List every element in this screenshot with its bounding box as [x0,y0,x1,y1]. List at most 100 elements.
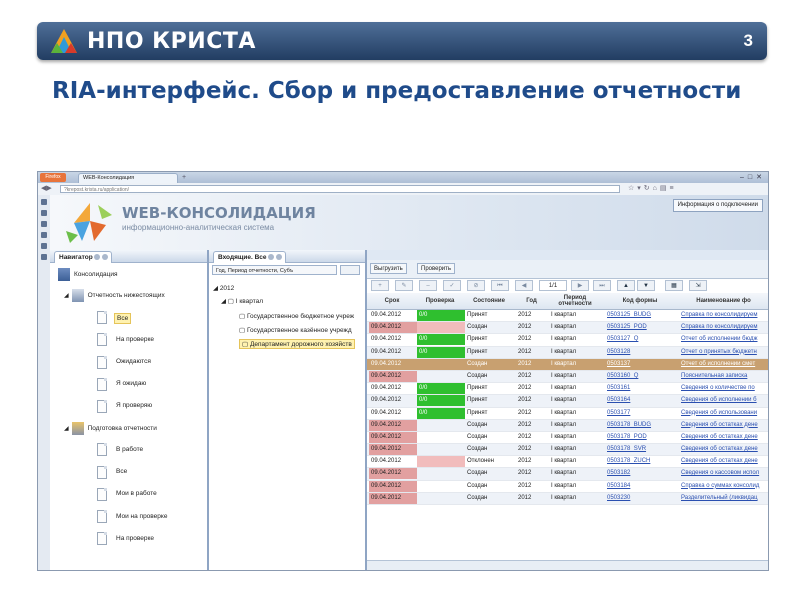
table-row[interactable]: 09.04.2012 Создан 2012 I квартал 0503178_SVR… [367,444,768,457]
columns-icon[interactable]: ▦ [665,280,683,291]
next-page-icon[interactable]: ▶ [571,280,589,291]
cell-name[interactable]: Отчет об исполнении смет [679,359,768,370]
collapse-icon[interactable]: ◢ [64,293,69,299]
edit-icon[interactable]: ✎ [395,280,413,291]
browser-toolbar-icons[interactable]: ☆▾↻⌂▤≡ [628,184,677,192]
column-state[interactable]: Состояние [465,298,513,304]
cell-form[interactable]: 0503178_SVR [605,444,677,455]
tree-node-report-preparation[interactable]: ◢ Подготовка отчетности [64,422,157,435]
cell-form[interactable]: 0503178_ZUCH [605,456,677,467]
collapse-icon[interactable]: ◢ [64,426,69,432]
table-row[interactable]: 09.04.2012 Создан 2012 I квартал 0503125_POD… [367,322,768,335]
tab-navigator[interactable]: Навигатор [54,251,112,263]
reject-icon[interactable]: ⊘ [467,280,485,291]
cell-name[interactable]: Отчет о принятых бюджетн [679,347,768,358]
cell-form[interactable]: 0503125_BUDG [605,310,677,321]
cell-name[interactable]: Сведения об использовани [679,408,768,419]
tree-node-consolidation[interactable]: Консолидация [58,268,118,281]
collapse-icon[interactable]: ◢ ▢ [221,298,236,305]
new-tab-icon[interactable]: + [182,173,192,182]
minimize-icon[interactable] [267,254,274,260]
nav-item-my-on-review[interactable]: Мои на проверке [116,513,167,520]
tree-node-org[interactable]: ▢ Государственное бюджетное учреж [239,312,354,320]
address-bar[interactable]: ?krepost.krista.ru/application/ [60,185,620,193]
checkbox-icon[interactable]: ▢ [242,341,250,348]
nav-item-in-work[interactable]: В работе [116,446,143,453]
table-row[interactable]: 09.04.2012 0/0 Принят 2012 I квартал 0503177 С… [367,407,768,420]
export-icon[interactable]: ⇲ [689,280,707,291]
tree-node-year[interactable]: ◢ 2012 [213,284,234,292]
sort-up-icon[interactable]: ▲ [617,280,635,291]
cell-name[interactable]: Сведения об остатках дене [679,456,768,467]
column-period[interactable]: Период отчетности [549,295,601,307]
connection-info-button[interactable]: Информация о подключении [672,199,763,212]
cell-form[interactable]: 0503177 [605,408,677,419]
cell-form[interactable]: 0503178_BUDG [605,420,677,431]
window-controls[interactable]: –□✕ [740,173,766,181]
column-form-code[interactable]: Код формы [605,298,675,304]
cell-name[interactable]: Пояснительная записка [679,371,768,382]
browser-menu-button[interactable]: Firefox [40,173,66,182]
nav-item-all-prep[interactable]: Все [116,468,127,475]
table-row[interactable]: 09.04.2012 Создан 2012 I квартал 0503178_POD… [367,431,768,445]
sidebar-icon[interactable] [41,232,47,238]
nav-item-my-in-work[interactable]: Мои в работе [116,490,157,497]
cell-form[interactable]: 0503128 [605,347,677,358]
tree-node-subordinate-reports[interactable]: ◢ Отчетность нижестоящих [64,289,165,302]
cell-name[interactable]: Справка по консолидируем [679,310,768,321]
cell-name[interactable]: Сведения об остатках дене [679,432,768,443]
nav-item-expected[interactable]: Ожидаются [116,358,151,365]
table-row[interactable]: 09.04.2012 Создан 2012 I квартал 0503230 Разд… [367,492,768,505]
back-forward-icon[interactable]: ◀▶ [41,184,52,192]
cell-form[interactable]: 0503137 [605,359,677,370]
cell-name[interactable]: Справка по консолидируем [679,322,768,333]
sidebar-icon[interactable] [41,210,47,216]
upload-button[interactable]: Выгрузить [370,263,407,274]
table-row[interactable]: 09.04.2012 Отклонен 2012 I квартал 0503178_Z… [367,456,768,469]
column-form-name[interactable]: Наименование фо [679,298,768,304]
table-row[interactable]: 09.04.2012 0/0 Принят 2012 I квартал 0503128 О… [367,346,768,359]
tab-incoming-all[interactable]: Входящие. Все [213,251,286,263]
sidebar-icon[interactable] [41,254,47,260]
cell-name[interactable]: Разделительный (ликвидац [679,493,768,504]
cell-form[interactable]: 0503161 [605,383,677,394]
browser-tab[interactable]: WEB-Консолидация [78,173,178,183]
add-icon[interactable]: + [371,280,389,291]
table-row[interactable]: 09.04.2012 0/0 Принят 2012 I квартал 0503125_… [367,310,768,323]
column-check[interactable]: Проверка [417,298,463,304]
table-row[interactable]: 09.04.2012 Создан 2012 I квартал 0503182 Свед… [367,468,768,481]
checkbox-icon[interactable]: ▢ [239,327,247,334]
close-icon[interactable] [101,254,108,260]
nav-item-all[interactable]: Все [114,313,132,324]
last-page-icon[interactable]: ⏭ [593,280,611,291]
cell-name[interactable]: Сведения об остатках дене [679,420,768,431]
column-date[interactable]: Срок [369,298,415,304]
check-button[interactable]: Проверить [417,263,456,274]
nav-item-i-check[interactable]: Я проверяю [116,402,152,409]
cell-form[interactable]: 0503160_Q [605,371,677,382]
minimize-icon[interactable] [93,254,100,260]
cell-form[interactable]: 0503184 [605,481,677,492]
tree-node-org-selected[interactable]: ▢ Департамент дорожного хозяйств [239,339,355,349]
nav-item-prep-on-review[interactable]: На проверке [116,535,154,542]
cell-form[interactable]: 0503125_POD [605,322,677,333]
cell-name[interactable]: Сведения о кассовом испол [679,468,768,479]
table-row[interactable]: 09.04.2012 Создан 2012 I квартал 0503178_BUD… [367,419,768,432]
table-row[interactable]: 09.04.2012 Создан 2012 I квартал 0503184 Спра… [367,480,768,493]
cell-form[interactable]: 0503230 [605,493,677,504]
remove-icon[interactable]: – [419,280,437,291]
cell-name[interactable]: Сведения об остатках дене [679,444,768,455]
collapse-icon[interactable]: ◢ [213,285,220,292]
nav-item-on-review[interactable]: На проверке [116,336,154,343]
table-row[interactable]: 09.04.2012 0/0 Принят 2012 I квартал 0503127_… [367,334,768,347]
sidebar-icon[interactable] [41,221,47,227]
tree-node-org[interactable]: ▢ Государственное казённое учрежд [239,326,352,334]
cell-form[interactable]: 0503127_Q [605,334,677,345]
cell-name[interactable]: Сведения о количестве по [679,383,768,394]
sidebar-icon[interactable] [41,243,47,249]
sort-down-icon[interactable]: ▼ [637,280,655,291]
column-year[interactable]: Год [516,298,547,304]
sidebar-icon[interactable] [41,199,47,205]
page-indicator[interactable]: 1/1 [539,280,567,291]
tree-node-quarter[interactable]: ◢ ▢ I квартал [221,297,263,305]
